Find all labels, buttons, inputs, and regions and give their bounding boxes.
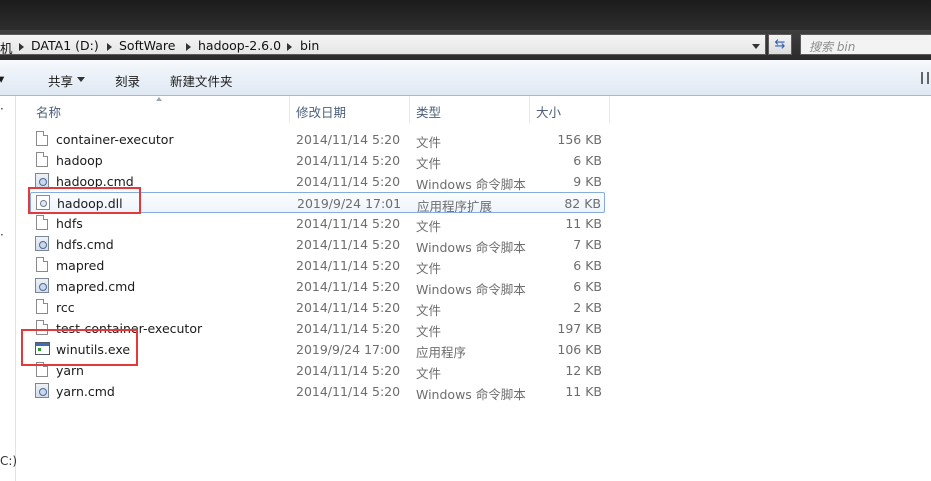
file-row[interactable]: hadoop 2014/11/14 5:20 文件 6 KB <box>30 150 605 171</box>
breadcrumb-bin[interactable]: bin <box>300 38 319 53</box>
file-size: 12 KB <box>565 363 602 378</box>
cmd-script-icon <box>35 278 49 293</box>
view-options-icon[interactable] <box>921 72 929 84</box>
address-bar[interactable]: 机 DATA1 (D:) SoftWare hadoop-2.6.0 bin <box>0 34 766 57</box>
file-type: 应用程序 <box>416 345 467 360</box>
file-size: 6 KB <box>573 153 602 168</box>
file-row[interactable]: yarn.cmd 2014/11/14 5:20 Windows 命令脚本 11 KB <box>30 381 605 402</box>
file-row[interactable]: hdfs 2014/11/14 5:20 文件 11 KB <box>30 213 605 234</box>
share-button[interactable]: 共享 <box>48 71 73 90</box>
file-type: 文件 <box>416 219 442 234</box>
file-type: 文件 <box>416 366 442 381</box>
window-title-bar <box>0 0 931 30</box>
file-modified-date: 2014/11/14 5:20 <box>296 258 401 273</box>
file-size: 106 KB <box>557 342 602 357</box>
breadcrumb-separator-icon[interactable] <box>287 43 292 51</box>
column-header-date[interactable]: 修改日期 <box>290 96 410 123</box>
highlight-box-winutils-exe <box>21 329 138 366</box>
file-name: mapred <box>56 258 105 273</box>
file-row[interactable]: hdfs.cmd 2014/11/14 5:20 Windows 命令脚本 7 KB <box>30 234 605 255</box>
breadcrumb-separator-icon[interactable] <box>186 43 191 51</box>
new-folder-button[interactable]: 新建文件夹 <box>170 71 233 90</box>
file-modified-date: 2014/11/14 5:20 <box>296 300 401 315</box>
file-name: hdfs <box>56 216 83 231</box>
file-type: 文件 <box>416 261 442 276</box>
breadcrumb-hadoop[interactable]: hadoop-2.6.0 <box>198 38 281 53</box>
file-size: 156 KB <box>557 132 602 147</box>
file-modified-date: 2014/11/14 5:20 <box>296 216 401 231</box>
organize-dropdown-icon[interactable]: ▾ <box>0 71 4 86</box>
column-header-type[interactable]: 类型 <box>410 96 530 123</box>
file-icon <box>36 299 48 314</box>
burn-button[interactable]: 刻录 <box>115 71 140 90</box>
file-row[interactable]: mapred 2014/11/14 5:20 文件 6 KB <box>30 255 605 276</box>
file-modified-date: 2014/11/14 5:20 <box>296 363 401 378</box>
file-modified-date: 2014/11/14 5:20 <box>296 174 401 189</box>
search-input[interactable]: 搜索 bin <box>800 34 931 55</box>
file-name: hdfs.cmd <box>56 237 114 252</box>
highlight-box-hadoop-dll <box>28 187 141 214</box>
file-row[interactable]: container-executor 2014/11/14 5:20 文件 156 K… <box>30 129 605 150</box>
file-icon <box>36 152 48 167</box>
share-dropdown-icon[interactable] <box>77 77 85 82</box>
nav-item-marker[interactable]: · <box>0 228 4 242</box>
search-placeholder: 搜索 bin <box>809 40 856 54</box>
file-size: 11 KB <box>565 216 602 231</box>
breadcrumb-separator-icon[interactable] <box>107 43 112 51</box>
cmd-script-icon <box>35 236 49 251</box>
file-name: mapred.cmd <box>56 279 136 294</box>
breadcrumb-separator-icon[interactable] <box>19 43 24 51</box>
file-type: 文件 <box>416 324 442 339</box>
file-name: rcc <box>56 300 75 315</box>
file-size: 6 KB <box>573 279 602 294</box>
file-type: 文件 <box>416 135 442 150</box>
file-modified-date: 2019/9/24 17:00 <box>296 342 401 357</box>
file-size: 11 KB <box>565 384 602 399</box>
file-type: Windows 命令脚本 <box>416 387 526 402</box>
cmd-script-icon <box>35 173 49 188</box>
file-modified-date: 2014/11/14 5:20 <box>296 153 401 168</box>
nav-item-marker[interactable]: · <box>0 102 4 116</box>
file-modified-date: 2014/11/14 5:20 <box>296 279 401 294</box>
sort-ascending-icon <box>156 97 162 101</box>
file-size: 6 KB <box>573 258 602 273</box>
file-type: Windows 命令脚本 <box>416 240 526 255</box>
file-icon <box>36 131 48 146</box>
file-size: 7 KB <box>573 237 602 252</box>
file-modified-date: 2014/11/14 5:20 <box>296 237 401 252</box>
file-size: 2 KB <box>573 300 602 315</box>
breadcrumb-software[interactable]: SoftWare <box>119 38 175 53</box>
file-size: 82 KB <box>564 196 601 211</box>
column-header-size[interactable]: 大小 <box>530 96 610 123</box>
file-type: Windows 命令脚本 <box>416 177 526 192</box>
navigation-pane[interactable]: · · C:) <box>0 96 17 481</box>
address-dropdown-icon[interactable] <box>752 44 760 49</box>
file-name: hadoop <box>56 153 103 168</box>
nav-drive-label[interactable]: C:) <box>0 454 17 468</box>
cmd-script-icon <box>35 383 49 398</box>
command-toolbar: ▾ 共享 刻录 新建文件夹 <box>0 60 931 96</box>
file-modified-date: 2014/11/14 5:20 <box>296 321 401 336</box>
file-name: yarn.cmd <box>56 384 115 399</box>
refresh-icon[interactable]: ⇆ <box>768 34 792 55</box>
file-type: 文件 <box>416 156 442 171</box>
file-icon <box>36 215 48 230</box>
breadcrumb-drive[interactable]: DATA1 (D:) <box>31 38 99 53</box>
file-size: 9 KB <box>573 174 602 189</box>
file-name: container-executor <box>56 132 174 147</box>
file-icon <box>36 257 48 272</box>
file-type: Windows 命令脚本 <box>416 282 526 297</box>
file-row[interactable]: mapred.cmd 2014/11/14 5:20 Windows 命令脚本 6 K… <box>30 276 605 297</box>
file-type: 文件 <box>416 303 442 318</box>
file-size: 197 KB <box>557 321 602 336</box>
file-modified-date: 2014/11/14 5:20 <box>296 384 401 399</box>
address-row: 机 DATA1 (D:) SoftWare hadoop-2.6.0 bin ⇆… <box>0 30 931 60</box>
file-modified-date: 2019/9/24 17:01 <box>297 196 402 211</box>
file-modified-date: 2014/11/14 5:20 <box>296 132 401 147</box>
file-row[interactable]: rcc 2014/11/14 5:20 文件 2 KB <box>30 297 605 318</box>
breadcrumb-computer[interactable]: 机 <box>0 38 13 57</box>
